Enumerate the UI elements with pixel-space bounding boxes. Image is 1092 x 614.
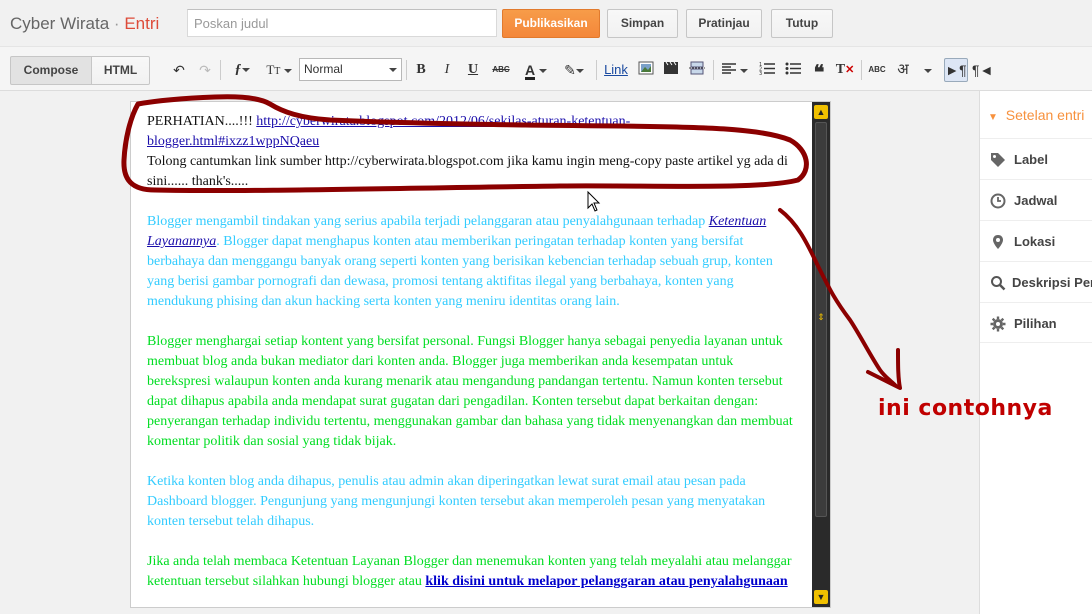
editor-header: Cyber Wirata · Entri Publikasikan Simpan… (0, 0, 1092, 46)
post-content[interactable]: PERHATIAN....!!! http://cyberwirata.blog… (147, 112, 797, 592)
sidebar-item-label: Deskripsi Penelusuran (1012, 275, 1092, 290)
svg-text:3: 3 (759, 71, 762, 75)
font-size-select[interactable]: Normal (299, 58, 402, 81)
blog-title: Cyber Wirata · Entri (10, 14, 159, 34)
bold-icon[interactable]: B (413, 60, 429, 80)
font-family-icon[interactable]: ƒ (228, 60, 256, 80)
editor-scrollbar[interactable]: ▲ ⇕ ▼ (812, 102, 830, 607)
toolbar-divider (713, 60, 714, 80)
paragraph-3: Ketika konten blog anda dihapus, penulis… (147, 474, 766, 529)
preview-button[interactable]: Pratinjau (686, 9, 762, 38)
post-settings-title: Setelan entri (1005, 107, 1085, 123)
title-separator: · (113, 14, 120, 33)
text-color-icon[interactable]: A (521, 60, 551, 80)
rtl-icon[interactable]: ¶◄ (972, 60, 993, 80)
image-icon[interactable] (637, 60, 655, 80)
section-name: Entri (124, 14, 160, 33)
notice-prefix: PERHATIAN....!!! (147, 114, 257, 129)
caret-down-icon: ▼ (988, 112, 998, 123)
formatting-toolbar: Compose HTML ↶ ↷ ƒ TT B I U ABC A ✎ Link… (0, 46, 1092, 91)
notice-body: Tolong cantumkan link sumber http://cybe… (147, 154, 788, 189)
italic-icon[interactable]: I (439, 60, 455, 80)
annotation-arrow-head (866, 348, 902, 390)
sidebar-item-labels[interactable]: Label (980, 138, 1092, 179)
tag-icon (990, 152, 1006, 168)
toolbar-divider (596, 60, 597, 80)
post-settings-sidebar: ▼ Setelan entri Label Jadwal Lokasi Desk… (979, 91, 1092, 614)
undo-icon[interactable]: ↶ (170, 60, 188, 80)
video-icon[interactable] (662, 60, 680, 80)
scroll-grip-icon: ⇕ (817, 312, 825, 322)
redo-icon[interactable]: ↷ (196, 60, 214, 80)
publish-button[interactable]: Publikasikan (502, 9, 600, 38)
sidebar-item-location[interactable]: Lokasi (980, 220, 1092, 261)
sidebar-item-options[interactable]: Pilihan (980, 302, 1092, 343)
input-tools-icon[interactable]: अ (893, 60, 913, 80)
clear-formatting-icon[interactable]: T✕ (835, 60, 855, 80)
html-mode-tab[interactable]: HTML (91, 56, 150, 85)
sidebar-item-label: Jadwal (1014, 193, 1058, 208)
annotation-label: ini contohnya (878, 396, 1053, 421)
ltr-icon[interactable]: ►¶ (944, 58, 968, 82)
jump-break-icon[interactable] (688, 60, 706, 80)
scroll-down-icon[interactable]: ▼ (814, 590, 828, 604)
highlight-icon[interactable]: ✎ (559, 60, 589, 80)
post-settings-header[interactable]: ▼ Setelan entri (988, 107, 1084, 123)
link-button[interactable]: Link (602, 60, 630, 80)
pin-icon (990, 234, 1006, 250)
sidebar-item-label: Lokasi (1014, 234, 1056, 249)
input-tools-dropdown[interactable] (921, 60, 935, 80)
strikethrough-icon[interactable]: ABC (490, 60, 512, 80)
close-button[interactable]: Tutup (771, 9, 833, 38)
p1-start: Blogger mengambil tindakan yang serius a… (147, 214, 709, 229)
paragraph-2: Blogger menghargai setiap kontent yang b… (147, 334, 793, 449)
scroll-up-icon[interactable]: ▲ (814, 105, 828, 119)
gear-icon (990, 316, 1006, 332)
clock-icon (990, 193, 1006, 209)
underline-icon[interactable]: U (465, 60, 481, 80)
toolbar-divider (220, 60, 221, 80)
post-title-input[interactable] (187, 9, 497, 37)
sidebar-item-search-description[interactable]: Deskripsi Penelusuran (980, 261, 1092, 302)
toolbar-divider (406, 60, 407, 80)
report-abuse-link[interactable]: klik disini untuk melapor pelanggaran at… (425, 574, 787, 589)
quote-icon[interactable]: ❝ (809, 60, 829, 84)
spellcheck-icon[interactable]: ABC (867, 60, 887, 80)
sidebar-item-label: Label (1014, 152, 1048, 167)
align-icon[interactable] (720, 60, 750, 80)
paragraph-4: Jika anda telah membaca Ketentuan Layana… (147, 552, 797, 592)
post-body-editor[interactable]: PERHATIAN....!!! http://cyberwirata.blog… (130, 101, 831, 608)
font-size-value: Normal (304, 62, 343, 76)
numbered-list-icon[interactable]: 123 (757, 60, 777, 80)
toolbar-divider (861, 60, 862, 80)
sidebar-item-schedule[interactable]: Jadwal (980, 179, 1092, 220)
sidebar-item-label: Pilihan (1014, 316, 1057, 331)
compose-mode-tab[interactable]: Compose (10, 56, 92, 85)
search-icon (990, 275, 1006, 291)
font-size-icon[interactable]: TT (263, 60, 295, 80)
copyright-notice: PERHATIAN....!!! http://cyberwirata.blog… (147, 112, 797, 192)
blog-name: Cyber Wirata (10, 14, 110, 33)
blogger-post-editor: Cyber Wirata · Entri Publikasikan Simpan… (0, 0, 1092, 614)
bullet-list-icon[interactable] (783, 60, 803, 80)
paragraph-1: Blogger mengambil tindakan yang serius a… (147, 212, 797, 312)
p1-end: . Blogger dapat menghapus konten atau me… (147, 234, 773, 309)
save-button[interactable]: Simpan (607, 9, 678, 38)
